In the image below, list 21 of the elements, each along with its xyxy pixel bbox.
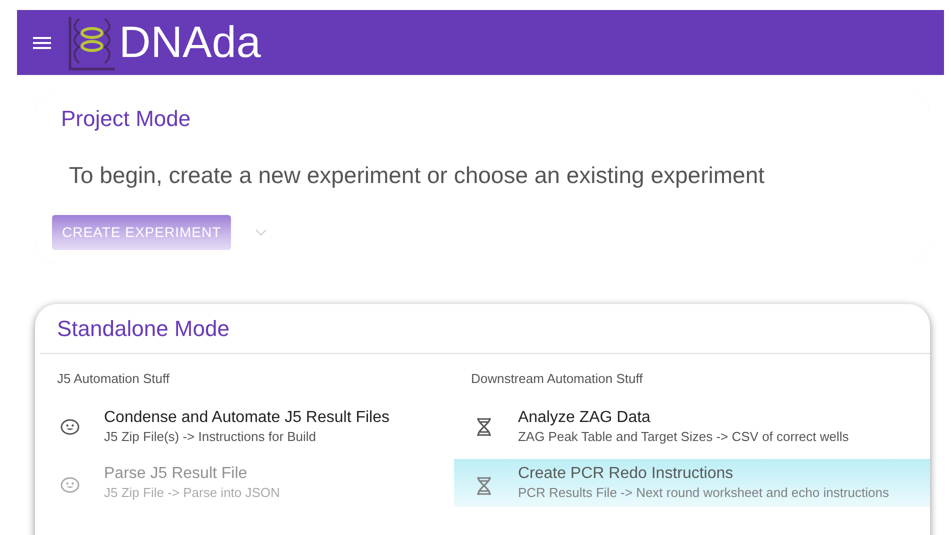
list-item[interactable]: Parse J5 Result File J5 Zip File -> Parse into JSON: [40, 459, 454, 507]
item-title: Analyze ZAG Data: [518, 409, 652, 427]
smiley-face-icon: [60, 475, 80, 495]
item-subtitle: PCR Results File -> Next round worksheet and echo instructions: [518, 485, 889, 500]
list-item[interactable]: Condense and Automate J5 Result Files J5 Zip File(s) -> Instructions for Build: [40, 394, 454, 459]
menu-icon[interactable]: [33, 36, 51, 50]
smiley-face-icon: [60, 416, 80, 436]
item-title: Parse J5 Result File: [104, 465, 248, 483]
card-title: Project Mode: [61, 106, 192, 132]
item-subtitle: ZAG Peak Table and Target Sizes -> CSV of correct wells: [518, 429, 849, 444]
instruction-text: To begin, create a new experiment or choose an existing experiment: [69, 162, 766, 189]
app-title: DNAda: [119, 20, 261, 64]
item-title: Create PCR Redo Instructions: [518, 465, 734, 483]
item-subtitle: J5 Zip File(s) -> Instructions for Build: [104, 429, 318, 444]
section-heading: Downstream Automation Stuff: [470, 370, 644, 388]
card-title: Standalone Mode: [57, 316, 230, 342]
list-item[interactable]: Create PCR Redo Instructions PCR Results File -> Next round worksheet and echo instructions: [454, 459, 930, 507]
item-title: Condense and Automate J5 Result Files: [104, 409, 390, 427]
section-heading: J5 Automation Stuff: [56, 370, 170, 388]
list-item[interactable]: Analyze ZAG Data ZAG Peak Table and Target Sizes -> CSV of correct wells: [454, 394, 930, 459]
item-subtitle: J5 Zip File -> Parse into JSON: [104, 485, 280, 500]
